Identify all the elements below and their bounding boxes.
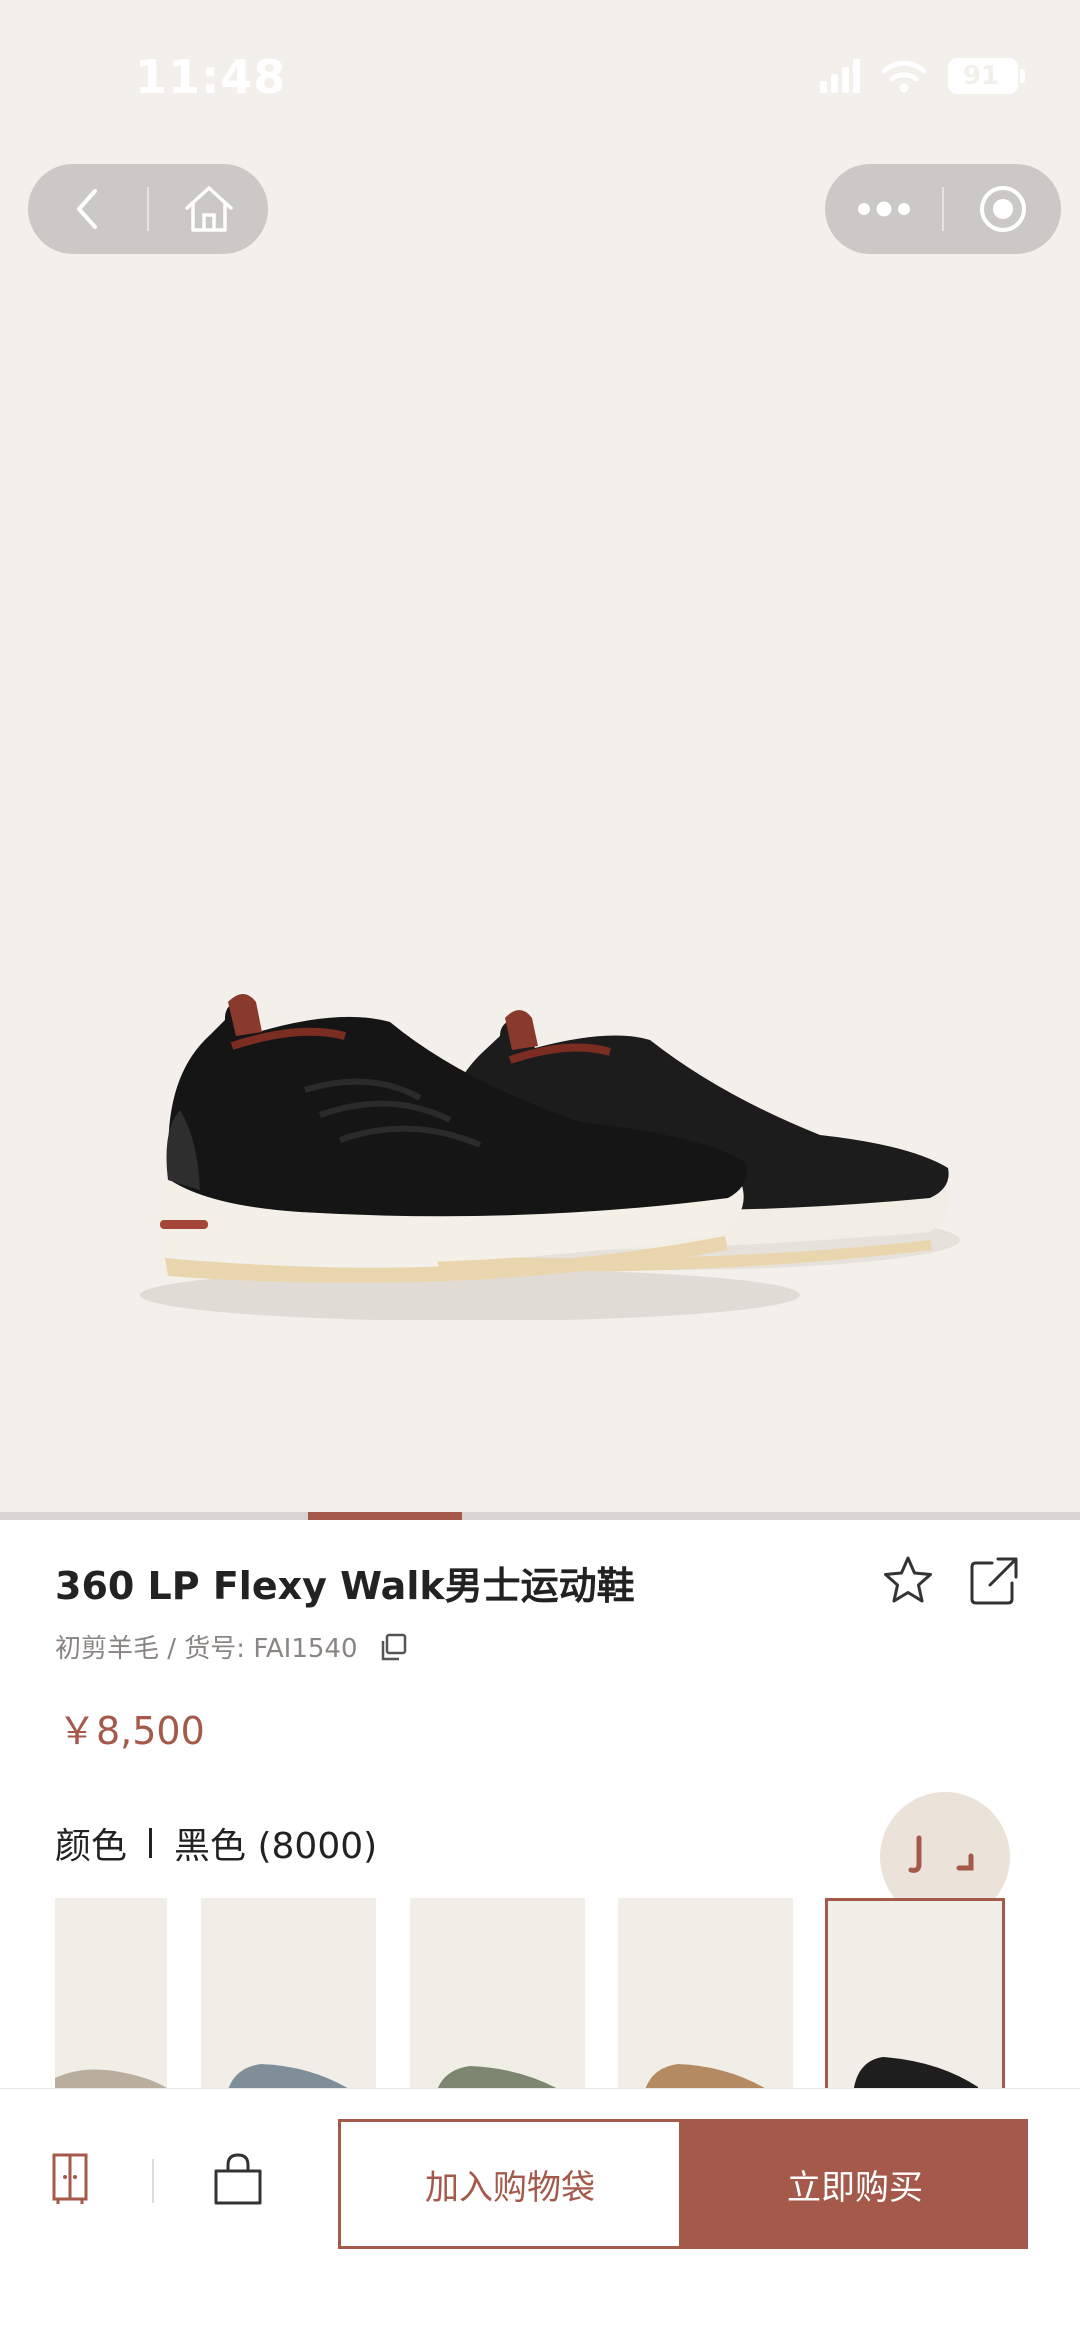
wardrobe-icon[interactable] xyxy=(40,2149,100,2209)
signal-icon xyxy=(820,59,860,93)
product-title: 360 LP Flexy Walk男士运动鞋 xyxy=(55,1564,635,1608)
color-selector-label: 颜色 黑色 (8000) xyxy=(55,1817,377,1869)
swatch-shoe-image xyxy=(228,2064,348,2088)
swatch-shoe-image xyxy=(438,2066,557,2088)
status-bar: 11:48 91 xyxy=(0,0,1080,150)
share-icon[interactable] xyxy=(968,1555,1020,1607)
status-icons: 91 xyxy=(820,58,1025,94)
home-icon xyxy=(184,186,233,232)
battery-icon: 91 xyxy=(948,58,1025,94)
gallery-progress-indicator xyxy=(308,1512,462,1520)
color-label-divider xyxy=(149,1828,153,1858)
color-swatch-black[interactable] xyxy=(825,1898,1005,2088)
color-swatch-tan[interactable] xyxy=(618,1898,793,2088)
color-swatch-olive[interactable] xyxy=(410,1898,585,2088)
bottom-action-bar: 加入购物袋 立即购买 xyxy=(0,2088,1080,2341)
swatch-shoe-image xyxy=(55,2069,167,2088)
target-circle-icon xyxy=(979,186,1026,232)
color-label: 颜色 xyxy=(55,1826,128,1867)
product-meta: 初剪羊毛 / 货号: FAI1540 xyxy=(55,1628,408,1665)
more-button[interactable] xyxy=(825,164,942,254)
color-swatch-blue-grey[interactable] xyxy=(201,1898,376,2088)
product-meta-text: 初剪羊毛 / 货号: FAI1540 xyxy=(55,1634,358,1664)
add-to-bag-button[interactable]: 加入购物袋 xyxy=(338,2119,682,2249)
swatch-shoe-image xyxy=(853,2057,978,2088)
product-detail-page: 11:48 91 360 LP Flexy Walk男士运动鞋 初剪羊毛 / 货… xyxy=(0,0,1080,2341)
shopping-bag-icon[interactable] xyxy=(208,2149,268,2209)
nav-capsule-left xyxy=(28,164,268,254)
buy-now-button[interactable]: 立即购买 xyxy=(682,2119,1028,2249)
back-button[interactable] xyxy=(28,164,147,254)
star-icon[interactable] xyxy=(880,1553,936,1609)
home-button[interactable] xyxy=(149,164,268,254)
chat-bubble-icon xyxy=(908,1835,974,1873)
more-dots-icon xyxy=(857,201,910,217)
gallery-progress-track xyxy=(0,1512,1080,1520)
close-miniapp-button[interactable] xyxy=(944,164,1061,254)
status-time: 11:48 xyxy=(135,50,287,104)
nav-capsule-right xyxy=(825,164,1061,254)
color-swatch-taupe[interactable] xyxy=(55,1898,167,2088)
color-swatch-list xyxy=(0,1898,1080,2088)
wifi-icon xyxy=(882,60,926,93)
swatch-shoe-image xyxy=(645,2064,765,2088)
battery-level: 91 xyxy=(962,61,1000,91)
product-image-area[interactable]: 11:48 91 xyxy=(0,0,1080,1512)
bottom-bar-divider xyxy=(152,2159,154,2203)
chevron-left-icon xyxy=(76,189,97,229)
color-value: 黑色 (8000) xyxy=(174,1826,378,1867)
product-price: ￥8,500 xyxy=(58,1709,205,1753)
product-image xyxy=(140,994,960,1320)
copy-icon[interactable] xyxy=(378,1632,408,1662)
